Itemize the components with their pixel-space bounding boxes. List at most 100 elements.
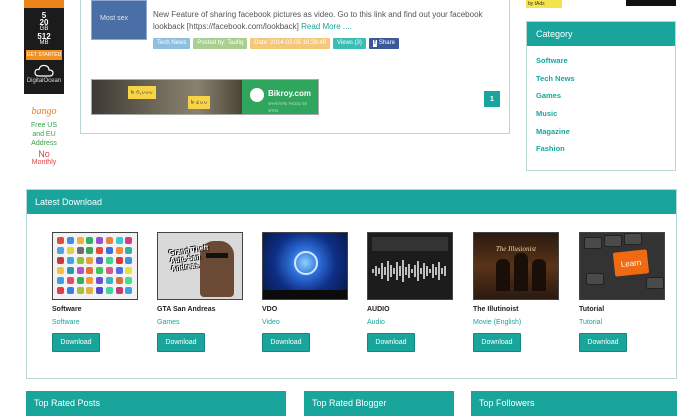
ad-get-started-button[interactable]: GET STARTED [26, 50, 62, 60]
category-item-music[interactable]: Music [536, 105, 666, 123]
download-item-vdo: VDO Video Download [262, 232, 352, 352]
cloud-icon [34, 64, 54, 77]
software-thumbnail[interactable] [52, 232, 138, 300]
download-item-gta: Grand Theft Auto San Andreas GTA San And… [157, 232, 247, 352]
bikroy-banner-ad[interactable]: ৳ ৩,০০০ ৳ ৫০০ Bikroy.com বাংলাদেশের সবচে… [91, 79, 319, 115]
audio-thumbnail[interactable] [367, 232, 453, 300]
ad-spec-memory-unit: MB [39, 40, 49, 46]
bikroy-brand-name: Bikroy.com [268, 89, 311, 98]
download-title[interactable]: AUDIO [367, 306, 457, 313]
category-item-software[interactable]: Software [536, 52, 666, 70]
download-button-gta[interactable]: Download [157, 333, 205, 352]
download-title[interactable]: The Illutinoist [473, 306, 563, 313]
read-more-link[interactable]: Read More .... [301, 22, 352, 31]
category-list: Software Tech News Games Music Magazine … [527, 46, 675, 164]
bikroy-price-tag-1: ৳ ৩,০০০ [128, 86, 156, 99]
bikroy-price-tag-2: ৳ ৫০০ [188, 96, 211, 109]
bango-line-1: Free US [30, 122, 58, 129]
video-thumbnail[interactable] [262, 232, 348, 300]
bikroy-brand-panel: Bikroy.com বাংলাদেশের সবচেয়ে বড় বাজার [242, 80, 318, 114]
keyboard-key [586, 273, 604, 285]
tads-ad-strip[interactable]: by tAds [526, 0, 676, 8]
audio-control-panel [372, 237, 448, 251]
bikroy-smile-icon [250, 88, 264, 102]
video-glow-ring [294, 251, 318, 275]
category-item-tech-news[interactable]: Tech News [536, 70, 666, 88]
bango-small-text: Monthly [31, 159, 57, 166]
download-button-vdo[interactable]: Download [262, 333, 310, 352]
bango-big-text: No [38, 149, 50, 159]
latest-download-section: Latest Download Software Software Downlo… [26, 189, 677, 379]
download-button-tutorial[interactable]: Download [579, 333, 627, 352]
author-tag[interactable]: Posted by: Taufiq [193, 38, 248, 49]
ad-spec-storage: 20 [39, 18, 49, 27]
category-tag[interactable]: Tech News [153, 38, 191, 49]
download-button-software[interactable]: Download [52, 333, 100, 352]
post-thumbnail-text: Most sex [100, 15, 129, 22]
category-item-magazine[interactable]: Magazine [536, 123, 666, 141]
movie-thumbnail[interactable]: The Illusionist [473, 232, 559, 300]
ad-specs: 5 20 GB 512 MB [24, 8, 64, 47]
movie-figure-1 [496, 259, 510, 291]
category-item-fashion[interactable]: Fashion [536, 140, 666, 158]
left-ad-column: 5 20 GB 512 MB GET STARTED DigitalOcean … [24, 0, 64, 178]
bikroy-ad-photo: ৳ ৩,০০০ ৳ ৫০০ [92, 80, 242, 114]
keyboard-key [646, 277, 664, 289]
download-title[interactable]: Software [52, 306, 142, 313]
ad-spec-memory: 512 [37, 32, 51, 41]
post-meta-tags: Tech News Posted by: Taufiq Date: 2014-0… [153, 38, 399, 49]
post-list: Most sex New Feature of sharing facebook… [80, 0, 510, 134]
keyboard-key [584, 237, 602, 249]
download-item-illusionist: The Illusionist The Illutinoist Movie (E… [473, 232, 563, 352]
tads-bar [626, 0, 676, 6]
share-label: Share [378, 40, 395, 46]
download-category[interactable]: Movie (English) [473, 319, 563, 326]
download-title[interactable]: GTA San Andreas [157, 306, 247, 313]
download-category[interactable]: Software [52, 319, 142, 326]
bango-ad[interactable]: bango Free US and EU Address No Monthly [24, 106, 64, 167]
bikroy-tagline: বাংলাদেশের সবচেয়ে বড় বাজার [268, 101, 308, 113]
download-button-illusionist[interactable]: Download [473, 333, 521, 352]
bango-line-3: Address [31, 140, 57, 147]
category-title: Category [527, 22, 675, 46]
video-player-bar [263, 290, 347, 299]
views-tag: Views (3) [333, 38, 366, 49]
bango-logo: bango [31, 106, 57, 117]
keyboard-key [624, 233, 642, 245]
download-title[interactable]: VDO [262, 306, 352, 313]
facebook-icon: f [372, 40, 377, 47]
download-item-software: Software Software Download [52, 232, 142, 352]
pagination-page-1[interactable]: 1 [484, 91, 500, 107]
movie-figure-2 [514, 253, 528, 291]
post-excerpt: New Feature of sharing facebook pictures… [153, 9, 483, 33]
top-rated-posts-title: Top Rated Posts [26, 391, 286, 416]
top-rated-blogger-title: Top Rated Blogger [304, 391, 454, 416]
category-widget: Category Software Tech News Games Music … [526, 21, 676, 171]
download-category[interactable]: Video [262, 319, 352, 326]
ad-top-strip [24, 0, 64, 8]
ad-brand: DigitalOcean [26, 78, 62, 84]
gta-thumbnail[interactable]: Grand Theft Auto San Andreas [157, 232, 243, 300]
audio-waveform [372, 259, 448, 283]
download-category[interactable]: Tutorial [579, 319, 669, 326]
movie-poster-title: The Illusionist [495, 245, 537, 253]
download-button-audio[interactable]: Download [367, 333, 415, 352]
latest-download-title: Latest Download [27, 190, 676, 214]
post-thumbnail[interactable]: Most sex [91, 0, 147, 40]
bango-line-2: and EU [32, 131, 56, 138]
download-title[interactable]: Tutorial [579, 306, 669, 313]
tutorial-thumbnail[interactable]: Learn [579, 232, 665, 300]
facebook-share-button[interactable]: f Share [368, 38, 399, 49]
tads-label: by tAds [526, 0, 562, 8]
category-item-games[interactable]: Games [536, 87, 666, 105]
date-tag: Date: 2014-02-05 16:28:49 [250, 38, 330, 49]
download-category[interactable]: Audio [367, 319, 457, 326]
top-followers-title: Top Followers [471, 391, 677, 416]
digitalocean-ad[interactable]: 5 20 GB 512 MB GET STARTED DigitalOcean [24, 0, 64, 94]
download-item-audio: AUDIO Audio Download [367, 232, 457, 352]
learn-key: Learn [612, 249, 650, 277]
download-category[interactable]: Games [157, 319, 247, 326]
keyboard-key [604, 235, 622, 247]
download-item-tutorial: Learn Tutorial Tutorial Download [579, 232, 669, 352]
movie-figure-3 [532, 259, 546, 291]
